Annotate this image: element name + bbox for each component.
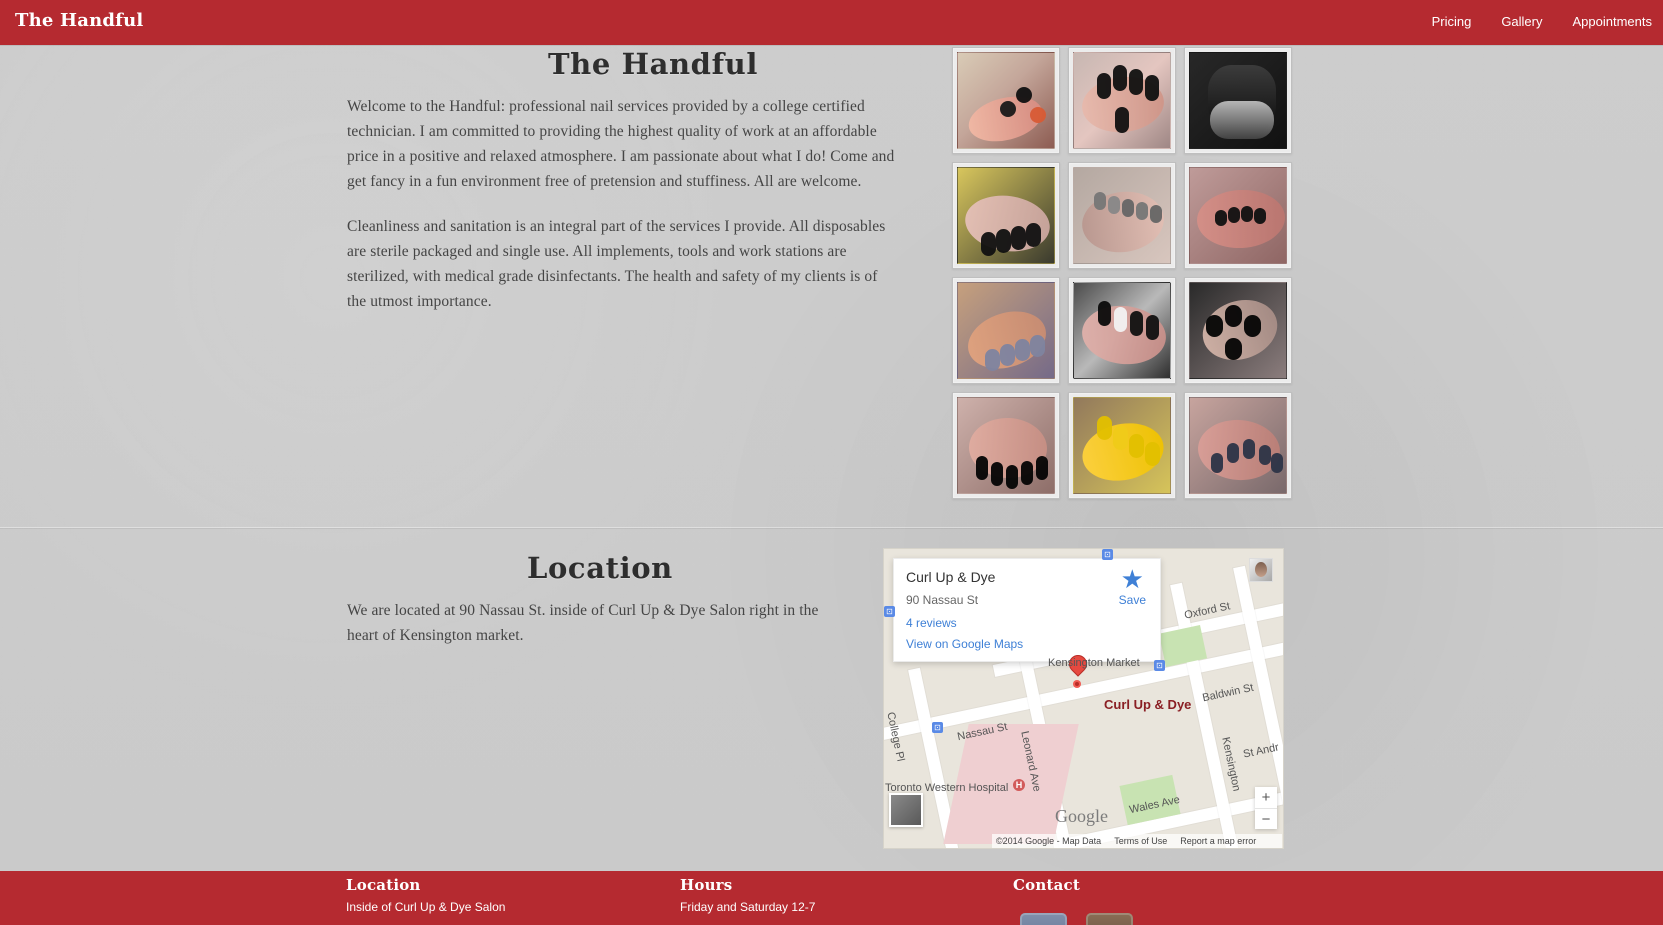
- nav-appointments[interactable]: Appointments: [1573, 14, 1653, 29]
- street-label-baldwin: Baldwin St: [1201, 681, 1255, 705]
- bus-stop-icon: ⊡: [932, 722, 943, 733]
- nav-pricing[interactable]: Pricing: [1432, 14, 1472, 29]
- nail-gallery: [952, 47, 1293, 500]
- bus-stop-icon: ⊡: [884, 606, 895, 617]
- section-divider: [0, 527, 1663, 528]
- save-place-button[interactable]: ★ Save: [1118, 564, 1146, 607]
- nail-photo-4: [957, 167, 1055, 264]
- location-section: We are located at 90 Nassau St. inside o…: [347, 598, 827, 648]
- location-title: Location: [527, 551, 673, 585]
- map-terms-link[interactable]: Terms of Use: [1114, 836, 1167, 846]
- hospital-icon: H: [1013, 779, 1025, 791]
- map-copyright: ©2014 Google - Map Data: [996, 836, 1102, 846]
- nail-photo-6: [1189, 167, 1287, 264]
- nail-photo-10: [957, 397, 1055, 494]
- marker-label: Curl Up & Dye: [1104, 697, 1192, 712]
- gallery-item-11[interactable]: [1068, 392, 1176, 499]
- bus-stop-icon: ⊡: [1102, 549, 1113, 560]
- reviews-link[interactable]: 4 reviews: [906, 616, 957, 630]
- nail-photo-11: [1073, 397, 1171, 494]
- footer-location-text: Inside of Curl Up & Dye Salon: [346, 900, 506, 914]
- gallery-item-7[interactable]: [952, 277, 1060, 384]
- nail-photo-7: [957, 282, 1055, 379]
- embedded-map[interactable]: Curl Up & Dye 90 Nassau St 4 reviews Vie…: [883, 548, 1284, 849]
- social-links: [1020, 913, 1133, 925]
- zoom-out-button[interactable]: −: [1255, 809, 1277, 830]
- footer-hours-title: Hours: [680, 876, 733, 894]
- zoom-in-button[interactable]: +: [1255, 787, 1277, 809]
- map-report-link[interactable]: Report a map error: [1180, 836, 1256, 846]
- location-text: We are located at 90 Nassau St. inside o…: [347, 602, 819, 644]
- nail-photo-8: [1073, 282, 1171, 379]
- map-zoom-controls: + −: [1255, 787, 1277, 829]
- nail-photo-3: [1189, 52, 1287, 149]
- place-label-market: Kensington Market: [1048, 657, 1140, 669]
- nav-gallery[interactable]: Gallery: [1501, 14, 1542, 29]
- footer-location-title: Location: [346, 876, 421, 894]
- intro-paragraph-1: Welcome to the Handful: professional nai…: [347, 98, 895, 190]
- gallery-item-4[interactable]: [952, 162, 1060, 269]
- gallery-item-3[interactable]: [1184, 47, 1292, 154]
- site-footer: Location Inside of Curl Up & Dye Salon H…: [0, 871, 1663, 925]
- page-title: The Handful: [548, 47, 758, 81]
- place-name: Curl Up & Dye: [906, 569, 996, 585]
- footer-contact: Contact: [1013, 876, 1080, 894]
- gallery-item-12[interactable]: [1184, 392, 1292, 499]
- place-address: 90 Nassau St: [906, 593, 979, 607]
- gallery-item-1[interactable]: [952, 47, 1060, 154]
- gallery-item-9[interactable]: [1184, 277, 1292, 384]
- google-logo: Google: [1055, 806, 1108, 826]
- facebook-icon[interactable]: [1020, 913, 1067, 925]
- nail-photo-12: [1189, 397, 1287, 494]
- main-nav: Pricing Gallery Appointments: [1432, 14, 1652, 29]
- view-on-google-maps-link[interactable]: View on Google Maps: [906, 637, 1023, 651]
- site-header: The Handful Pricing Gallery Appointments: [0, 0, 1663, 45]
- site-brand[interactable]: The Handful: [15, 10, 143, 31]
- intro-paragraph-2: Cleanliness and sanitation is an integra…: [347, 218, 886, 310]
- gallery-item-2[interactable]: [1068, 47, 1176, 154]
- map-user-avatar[interactable]: [1249, 558, 1273, 582]
- intro-section: Welcome to the Handful: professional nai…: [347, 94, 899, 334]
- nail-photo-2: [1073, 52, 1171, 149]
- footer-location: Location Inside of Curl Up & Dye Salon: [346, 876, 505, 914]
- map-info-card: Curl Up & Dye 90 Nassau St 4 reviews Vie…: [893, 558, 1161, 662]
- gallery-item-6[interactable]: [1184, 162, 1292, 269]
- footer-hours-text: Friday and Saturday 12-7: [680, 900, 816, 914]
- gallery-item-8[interactable]: [1068, 277, 1176, 384]
- nail-photo-5: [1073, 167, 1171, 264]
- gallery-item-10[interactable]: [952, 392, 1060, 499]
- star-icon: ★: [1120, 564, 1144, 594]
- save-label: Save: [1118, 593, 1146, 607]
- map-footer: ©2014 Google - Map Data Terms of Use Rep…: [992, 834, 1282, 848]
- satellite-toggle[interactable]: [889, 793, 923, 827]
- footer-contact-title: Contact: [1013, 876, 1080, 894]
- footer-hours: Hours Friday and Saturday 12-7: [680, 876, 815, 914]
- nail-photo-9: [1189, 282, 1287, 379]
- nail-photo-1: [957, 52, 1055, 149]
- gallery-item-5[interactable]: [1068, 162, 1176, 269]
- instagram-icon[interactable]: [1086, 913, 1133, 925]
- bus-stop-icon: ⊡: [1154, 660, 1165, 671]
